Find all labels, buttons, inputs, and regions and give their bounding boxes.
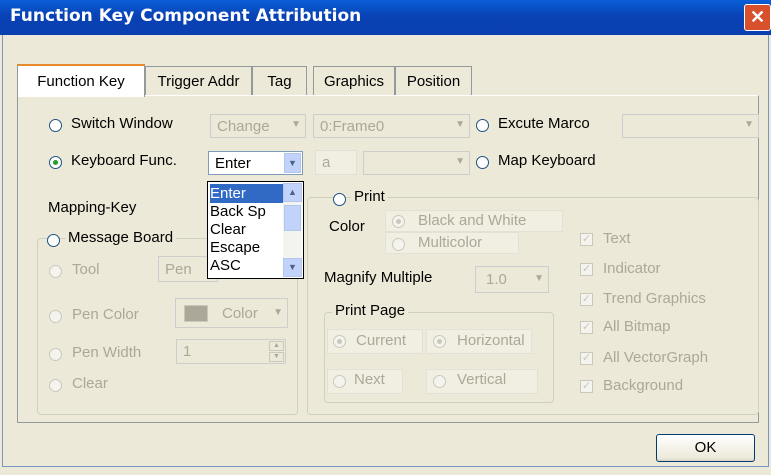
switch-window-radio[interactable] [49,119,62,132]
scroll-up-icon[interactable]: ▲ [283,183,302,202]
magnify-value: 1.0 [486,271,507,288]
switch-window-combo-value: Change [217,118,270,135]
map-keyboard-radio[interactable] [476,156,489,169]
dropdown-item-asc[interactable]: ASC [210,256,241,275]
multicolor-label: Multicolor [418,234,483,251]
pen-width-spinner[interactable]: 1 ▲ ▼ [176,339,286,364]
horizontal-radio[interactable] [433,335,446,348]
horizontal-label: Horizontal [457,332,525,349]
char-field-value: a [322,154,331,171]
print-color-label: Color [329,218,365,235]
print-page-label: Print Page [332,302,409,319]
dropdown-item-escape[interactable]: Escape [210,238,260,257]
chevron-down-icon: ▼ [273,307,283,318]
vertical-label: Vertical [457,371,507,388]
pen-color-label: Pen Color [72,306,139,323]
tab-tag[interactable]: Tag [252,66,307,96]
marco-combo[interactable]: ▼ [622,114,759,138]
clear-label: Clear [72,375,108,392]
black-white-radio[interactable] [392,215,405,228]
all-vectorgraph-check-label: All VectorGraph [603,349,709,366]
switch-window-combo[interactable]: Change ▼ [210,114,306,138]
pen-color-combo[interactable]: Color ▼ [175,298,288,328]
tool-combo-value: Pen [165,261,192,278]
trend-graphics-checkbox[interactable]: ✓ [580,293,593,306]
chevron-down-icon: ▼ [534,273,544,284]
scroll-thumb[interactable] [284,205,301,231]
switch-window-label: Switch Window [71,115,173,132]
print-label: Print [351,188,388,205]
chevron-down-icon: ▼ [455,156,465,167]
multicolor-radio[interactable] [392,238,405,251]
keyboard-func-dropdown-list: Enter Back Sp Clear Escape ASC ▲ ▼ [207,181,304,279]
mapping-key-label: Mapping-Key [48,199,137,216]
background-check-label: Background [603,377,684,394]
tool-label: Tool [72,261,100,278]
spin-down-icon[interactable]: ▼ [269,352,284,362]
window-title: Function Key Component Attribution [10,6,362,26]
chevron-down-icon: ▼ [291,119,301,130]
keyboard-func-radio[interactable] [49,156,62,169]
key-code-combo[interactable]: ▼ [363,151,470,175]
clear-radio[interactable] [49,379,62,392]
frame-combo[interactable]: 0:Frame0 ▼ [313,114,470,138]
tab-function-key[interactable]: Function Key [17,64,145,97]
chevron-down-icon: ▼ [744,119,754,130]
current-radio[interactable] [333,335,346,348]
pen-width-radio[interactable] [49,348,62,361]
background-checkbox[interactable]: ✓ [580,380,593,393]
keyboard-func-label: Keyboard Func. [71,152,177,169]
close-button[interactable]: ✕ [744,4,771,31]
tab-position[interactable]: Position [395,66,472,96]
chevron-down-icon[interactable]: ▼ [284,153,301,173]
next-label: Next [354,371,385,388]
dropdown-item-clear[interactable]: Clear [210,220,246,239]
ok-button[interactable]: OK [656,434,755,462]
indicator-check-label: Indicator [603,260,661,277]
char-field[interactable]: a [315,150,357,175]
all-bitmap-check-label: All Bitmap [603,318,671,335]
excute-marco-label: Excute Marco [498,115,590,132]
frame-combo-value: 0:Frame0 [320,118,385,135]
dropdown-scrollbar[interactable]: ▲ ▼ [283,183,302,277]
tool-radio[interactable] [49,265,62,278]
message-board-radio[interactable] [47,234,60,247]
magnify-combo[interactable]: 1.0 ▼ [475,266,549,293]
pen-color-radio[interactable] [49,310,62,323]
color-swatch [184,305,208,322]
all-bitmap-checkbox[interactable]: ✓ [580,321,593,334]
dropdown-item-enter[interactable]: Enter [210,184,283,203]
magnify-label: Magnify Multiple [324,269,433,286]
black-white-label: Black and White [418,212,527,229]
spin-up-icon[interactable]: ▲ [269,341,284,351]
excute-marco-radio[interactable] [476,119,489,132]
current-label: Current [356,332,407,349]
pen-color-combo-value: Color [222,305,258,322]
keyboard-func-combo-value: Enter [215,155,251,172]
text-check-label: Text [603,230,631,247]
message-board-label: Message Board [65,229,177,246]
tab-trigger-addr[interactable]: Trigger Addr [145,66,252,96]
next-radio[interactable] [333,375,346,388]
dropdown-item-back-sp[interactable]: Back Sp [210,202,266,221]
tab-graphics[interactable]: Graphics [313,66,395,96]
trend-graphics-check-label: Trend Graphics [603,290,706,307]
chevron-down-icon: ▼ [455,119,465,130]
keyboard-func-combo[interactable]: Enter ▼ [208,151,303,175]
scroll-down-icon[interactable]: ▼ [283,258,302,277]
vertical-radio[interactable] [433,375,446,388]
text-checkbox[interactable]: ✓ [580,233,593,246]
print-radio[interactable] [333,193,346,206]
pen-width-value: 1 [183,343,192,360]
indicator-checkbox[interactable]: ✓ [580,263,593,276]
pen-width-label: Pen Width [72,344,142,361]
map-keyboard-label: Map Keyboard [498,152,596,169]
all-vectorgraph-checkbox[interactable]: ✓ [580,352,593,365]
